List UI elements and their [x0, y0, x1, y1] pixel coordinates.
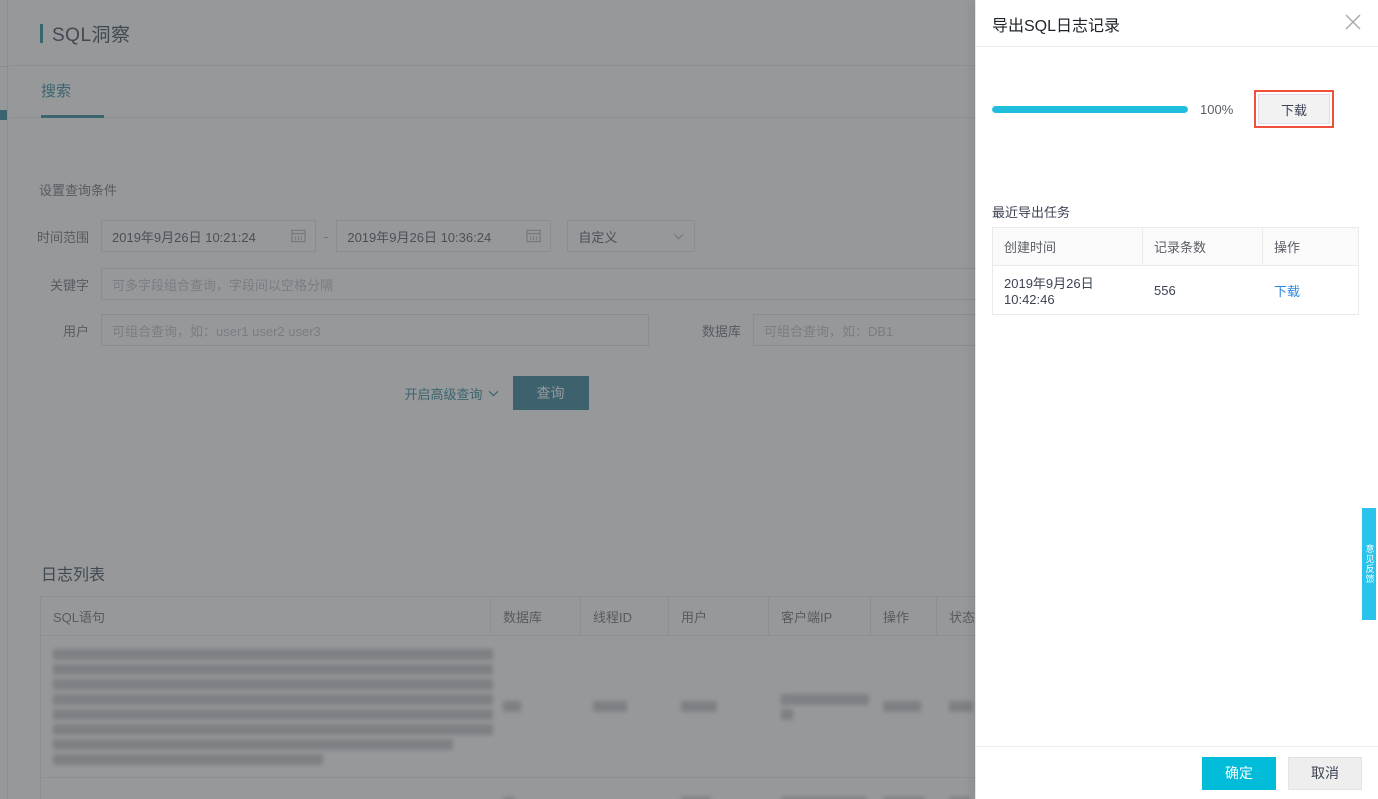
col-created-at: 创建时间 — [993, 228, 1143, 265]
feedback-tab-label: 意见反馈 — [1364, 544, 1375, 584]
drawer-title: 导出SQL日志记录 — [992, 18, 1121, 35]
recent-tasks-title: 最近导出任务 — [992, 205, 1071, 220]
confirm-button[interactable]: 确定 — [1202, 756, 1276, 790]
download-button[interactable]: 下载 — [1258, 94, 1330, 124]
download-button-highlight: 下载 — [1254, 90, 1334, 128]
col-operation: 操作 — [1274, 240, 1301, 255]
cell-operation: 下载 — [1263, 266, 1358, 314]
progress-percent: 100% — [1200, 101, 1234, 117]
close-icon[interactable] — [1342, 11, 1364, 33]
drawer-header: 导出SQL日志记录 — [976, 0, 1378, 47]
drawer-footer: 确定 取消 — [976, 746, 1378, 799]
cell-record-count: 556 — [1154, 282, 1176, 298]
progress-bar — [992, 105, 1188, 113]
cell-created-at: 2019年9月26日 10:42:46 — [1004, 276, 1094, 307]
export-progress-row: 100% 下载 — [992, 90, 1363, 128]
recent-tasks-table: 创建时间 记录条数 操作 2019年9月26日 10:42:46 556 下载 — [992, 227, 1359, 315]
row-download-link[interactable]: 下载 — [1274, 281, 1300, 300]
modal-overlay[interactable] — [0, 0, 975, 799]
recent-table-header: 创建时间 记录条数 操作 — [993, 228, 1358, 265]
screen: SQL洞察 搜索 设置查询条件 时间范围 2019年9月26日 10:21:24 — [0, 0, 1378, 799]
export-drawer: 导出SQL日志记录 100% 下载 最近导出任务 创建时间 记录条数 操作 20… — [975, 0, 1378, 799]
feedback-tab[interactable]: 意见反馈 — [1362, 508, 1376, 620]
table-row: 2019年9月26日 10:42:46 556 下载 — [993, 265, 1358, 314]
progress-bar-fill — [992, 105, 1188, 113]
cancel-button[interactable]: 取消 — [1288, 756, 1362, 790]
col-record-count: 记录条数 — [1143, 228, 1263, 265]
